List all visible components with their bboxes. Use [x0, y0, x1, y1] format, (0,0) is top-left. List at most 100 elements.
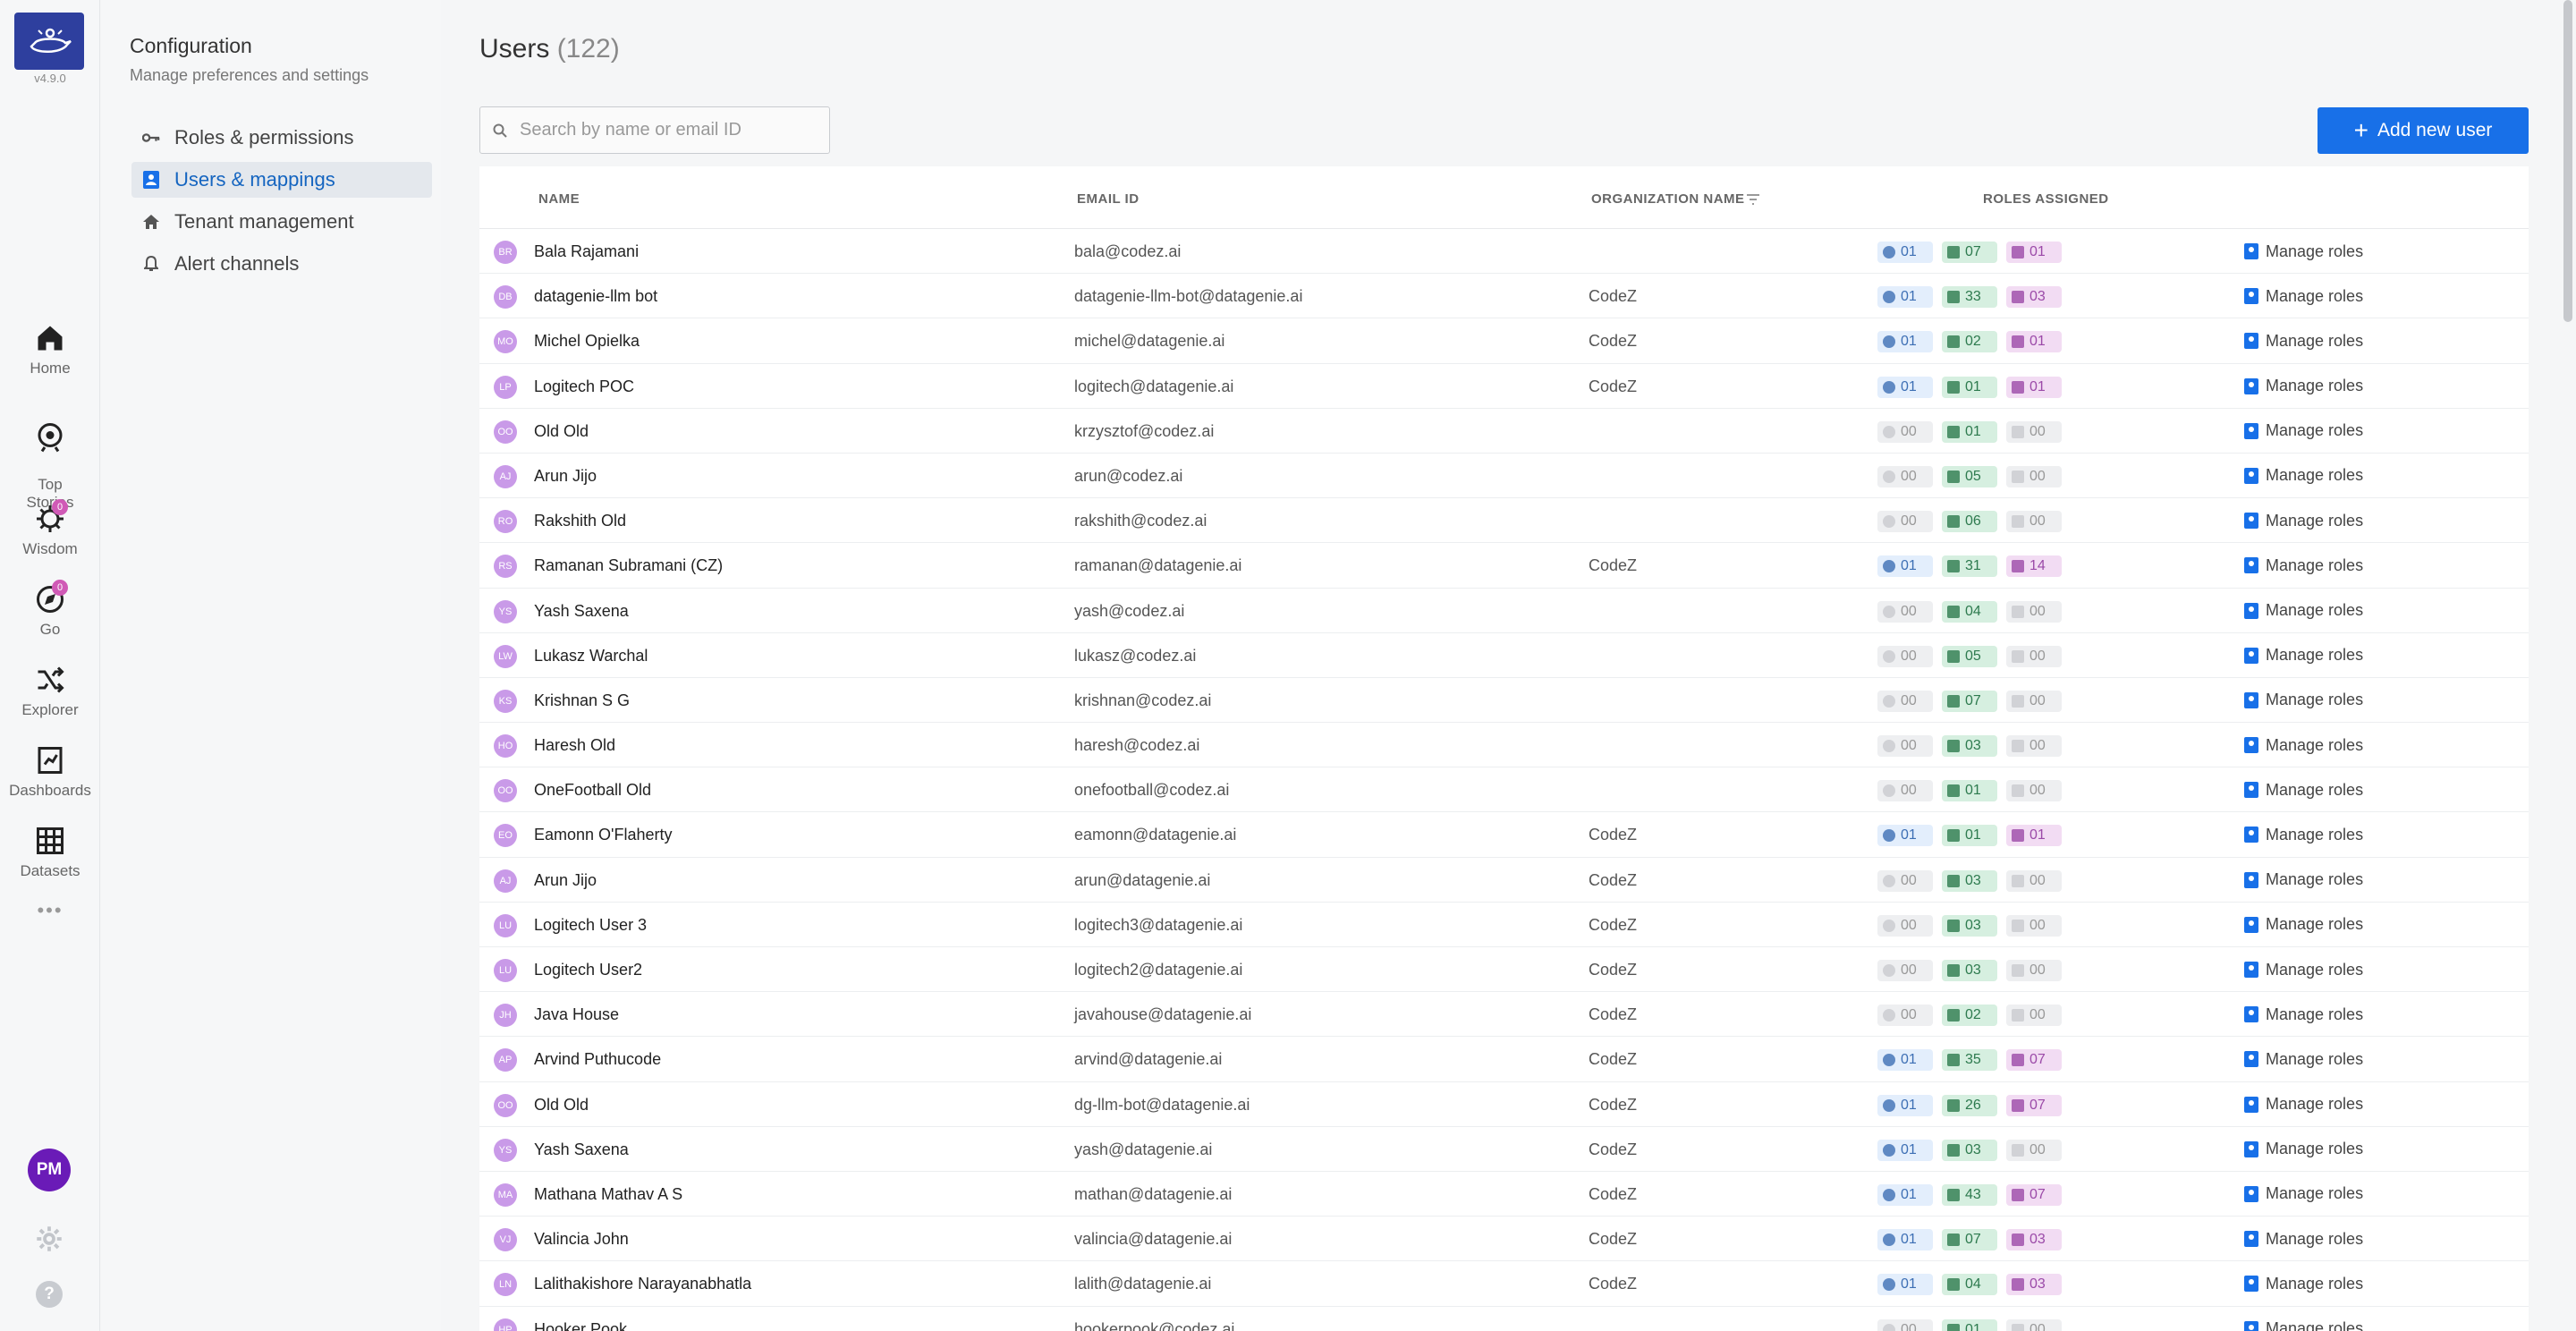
manage-roles-button[interactable]: Manage roles	[2244, 1037, 2363, 1081]
manage-roles-button[interactable]: Manage roles	[2244, 812, 2363, 857]
role-count-pill[interactable]: 03	[1942, 914, 1997, 937]
role-count-pill[interactable]: 01	[2006, 825, 2062, 847]
role-count-pill[interactable]: 05	[1942, 645, 1997, 667]
menu-alert-channels[interactable]: Alert channels	[131, 246, 432, 282]
manage-roles-button[interactable]: Manage roles	[2244, 1082, 2363, 1127]
role-count-pill[interactable]: 00	[1877, 960, 1933, 981]
nav-wisdom[interactable]: 0 Wisdom	[0, 499, 100, 558]
role-count-pill[interactable]: 01	[1942, 1318, 1997, 1331]
role-count-pill[interactable]: 07	[2006, 1183, 2062, 1206]
role-count-pill[interactable]: 00	[2006, 1005, 2062, 1027]
role-count-pill[interactable]: 00	[2006, 914, 2062, 937]
role-count-pill[interactable]: 01	[1877, 555, 1933, 578]
nav-datasets[interactable]: Datasets	[0, 825, 100, 880]
role-count-pill[interactable]: 04	[1942, 1274, 1997, 1296]
scrollbar[interactable]	[2563, 0, 2572, 322]
role-count-pill[interactable]: 00	[1877, 735, 1933, 758]
nav-go[interactable]: 0 Go	[0, 580, 100, 639]
role-count-pill[interactable]: 43	[1942, 1183, 1997, 1206]
role-count-pill[interactable]: 00	[1877, 600, 1933, 623]
role-count-pill[interactable]: 00	[2006, 645, 2062, 667]
role-count-pill[interactable]: 14	[2006, 555, 2062, 578]
role-count-pill[interactable]: 03	[1942, 960, 1997, 981]
manage-roles-button[interactable]: Manage roles	[2244, 454, 2363, 498]
manage-roles-button[interactable]: Manage roles	[2244, 274, 2363, 318]
role-count-pill[interactable]: 03	[2006, 286, 2062, 309]
role-count-pill[interactable]: 31	[1942, 555, 1997, 578]
role-count-pill[interactable]: 00	[1877, 869, 1933, 892]
role-count-pill[interactable]: 01	[1877, 376, 1933, 398]
role-count-pill[interactable]: 01	[1877, 1274, 1933, 1296]
role-count-pill[interactable]: 01	[1877, 1229, 1933, 1251]
role-count-pill[interactable]: 03	[1942, 1139, 1997, 1161]
role-count-pill[interactable]: 07	[2006, 1049, 2062, 1072]
role-count-pill[interactable]: 01	[2006, 242, 2062, 263]
manage-roles-button[interactable]: Manage roles	[2244, 992, 2363, 1037]
role-count-pill[interactable]: 00	[2006, 780, 2062, 802]
manage-roles-button[interactable]: Manage roles	[2244, 723, 2363, 767]
role-count-pill[interactable]: 00	[1877, 420, 1933, 443]
role-count-pill[interactable]: 01	[2006, 376, 2062, 398]
role-count-pill[interactable]: 00	[1877, 1318, 1933, 1331]
role-count-pill[interactable]: 07	[1942, 1229, 1997, 1251]
role-count-pill[interactable]: 00	[2006, 420, 2062, 443]
role-count-pill[interactable]: 01	[1877, 1139, 1933, 1161]
col-org[interactable]: ORGANIZATION NAME	[1591, 191, 1745, 207]
role-count-pill[interactable]: 03	[2006, 1274, 2062, 1296]
role-count-pill[interactable]: 00	[2006, 1318, 2062, 1331]
search-box[interactable]	[479, 106, 830, 154]
role-count-pill[interactable]: 01	[1942, 376, 1997, 398]
role-count-pill[interactable]: 00	[1877, 465, 1933, 487]
role-count-pill[interactable]: 01	[1877, 286, 1933, 309]
role-count-pill[interactable]: 00	[2006, 1139, 2062, 1161]
add-new-user-button[interactable]: + Add new user	[2318, 107, 2529, 154]
menu-tenant-management[interactable]: Tenant management	[131, 204, 432, 240]
role-count-pill[interactable]: 00	[2006, 869, 2062, 892]
role-count-pill[interactable]: 33	[1942, 286, 1997, 309]
more-menu[interactable]: •••	[0, 899, 100, 922]
role-count-pill[interactable]: 07	[2006, 1094, 2062, 1116]
role-count-pill[interactable]: 00	[1877, 690, 1933, 712]
role-count-pill[interactable]: 01	[1942, 780, 1997, 802]
manage-roles-button[interactable]: Manage roles	[2244, 633, 2363, 678]
manage-roles-button[interactable]: Manage roles	[2244, 318, 2363, 363]
role-count-pill[interactable]: 00	[2006, 690, 2062, 712]
role-count-pill[interactable]: 00	[2006, 511, 2062, 533]
manage-roles-button[interactable]: Manage roles	[2244, 903, 2363, 947]
role-count-pill[interactable]: 01	[1877, 1183, 1933, 1206]
help-icon[interactable]: ?	[36, 1281, 63, 1308]
role-count-pill[interactable]: 02	[1942, 331, 1997, 353]
datagenie-logo[interactable]	[14, 13, 84, 70]
nav-home[interactable]: Home	[0, 322, 100, 377]
manage-roles-button[interactable]: Manage roles	[2244, 1127, 2363, 1172]
role-count-pill[interactable]: 01	[1877, 1094, 1933, 1116]
role-count-pill[interactable]: 00	[2006, 735, 2062, 758]
filter-icon[interactable]	[1746, 193, 1760, 206]
role-count-pill[interactable]: 00	[2006, 600, 2062, 623]
role-count-pill[interactable]: 01	[1877, 825, 1933, 847]
manage-roles-button[interactable]: Manage roles	[2244, 1217, 2363, 1261]
manage-roles-button[interactable]: Manage roles	[2244, 1172, 2363, 1217]
manage-roles-button[interactable]: Manage roles	[2244, 678, 2363, 723]
manage-roles-button[interactable]: Manage roles	[2244, 364, 2363, 409]
role-count-pill[interactable]: 01	[1877, 1049, 1933, 1072]
manage-roles-button[interactable]: Manage roles	[2244, 1261, 2363, 1306]
role-count-pill[interactable]: 04	[1942, 600, 1997, 623]
menu-users-mappings[interactable]: Users & mappings	[131, 162, 432, 198]
role-count-pill[interactable]: 06	[1942, 511, 1997, 533]
manage-roles-button[interactable]: Manage roles	[2244, 1307, 2363, 1331]
role-count-pill[interactable]: 00	[1877, 645, 1933, 667]
role-count-pill[interactable]: 00	[2006, 465, 2062, 487]
role-count-pill[interactable]: 03	[1942, 735, 1997, 758]
role-count-pill[interactable]: 01	[2006, 331, 2062, 353]
role-count-pill[interactable]: 02	[1942, 1005, 1997, 1027]
manage-roles-button[interactable]: Manage roles	[2244, 229, 2363, 274]
manage-roles-button[interactable]: Manage roles	[2244, 409, 2363, 454]
col-name[interactable]: NAME	[538, 191, 580, 207]
nav-top-stories[interactable]: Top Stories	[0, 403, 100, 512]
manage-roles-button[interactable]: Manage roles	[2244, 947, 2363, 992]
role-count-pill[interactable]: 35	[1942, 1049, 1997, 1072]
role-count-pill[interactable]: 26	[1942, 1094, 1997, 1116]
role-count-pill[interactable]: 03	[2006, 1229, 2062, 1251]
nav-explorer[interactable]: Explorer	[0, 664, 100, 719]
